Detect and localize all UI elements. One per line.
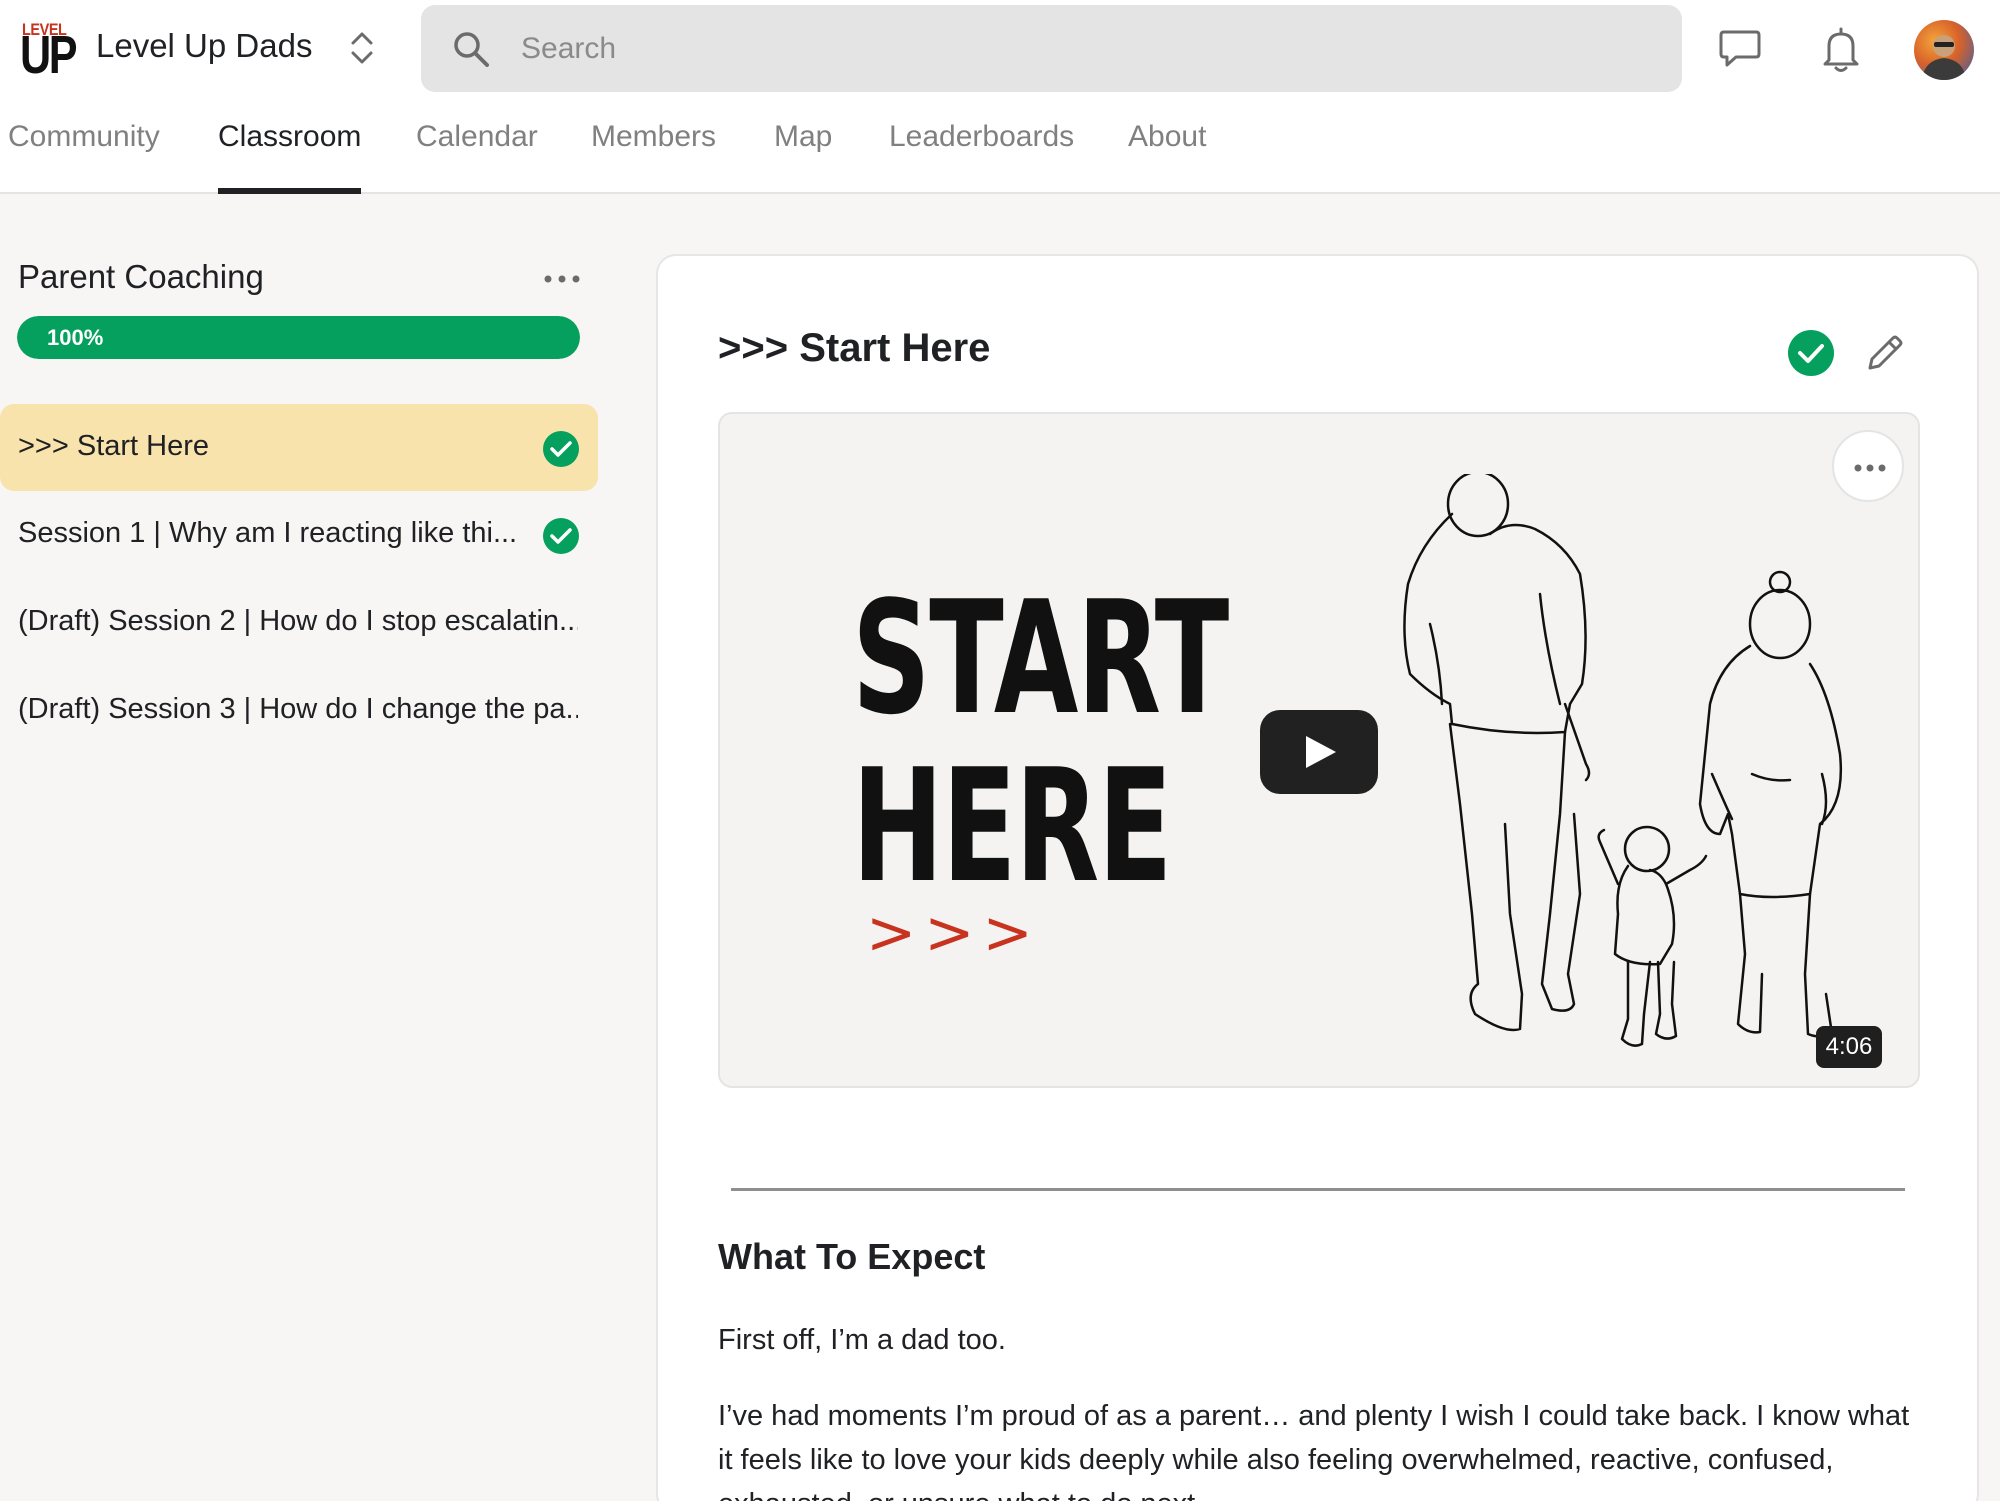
chat-icon[interactable] (1718, 28, 1762, 70)
tab-map[interactable]: Map (774, 120, 832, 194)
thumbnail-arrows: >>> (866, 898, 1041, 968)
tab-members[interactable]: Members (591, 120, 716, 194)
level-up-logo[interactable]: LEVEL UP (20, 18, 78, 82)
content-divider (731, 1188, 1905, 1191)
tab-classroom[interactable]: Classroom (218, 120, 362, 194)
course-title: Parent Coaching (18, 258, 264, 295)
lesson-item-session-2[interactable]: (Draft) Session 2 | How do I stop escala… (0, 579, 598, 666)
course-more-icon[interactable] (540, 266, 584, 292)
search-bar[interactable] (421, 5, 1682, 92)
pencil-icon[interactable] (1864, 332, 1906, 374)
tab-community[interactable]: Community (8, 120, 160, 194)
search-icon (454, 32, 489, 67)
lesson-content-card: >>> Start Here START HERE >>> 4:06 What … (656, 254, 1979, 1501)
lesson-label: Session 1 | Why am I reacting like thi..… (18, 517, 518, 549)
check-circle-icon (543, 518, 579, 554)
user-avatar[interactable] (1914, 20, 1974, 80)
lesson-label: (Draft) Session 3 | How do I change the … (18, 693, 578, 725)
family-walking-illustration (1403, 474, 1842, 1047)
video-duration-badge: 4:06 (1816, 1026, 1882, 1068)
search-input[interactable] (521, 5, 1621, 92)
body-paragraph-2: I’ve had moments I’m proud of as a paren… (718, 1400, 1910, 1501)
lesson-label: >>> Start Here (18, 430, 210, 462)
lesson-title: >>> Start Here (718, 326, 991, 370)
tab-about[interactable]: About (1128, 120, 1206, 194)
mark-complete-icon[interactable] (1788, 330, 1834, 376)
thumbnail-title: START HERE (852, 574, 1229, 910)
top-header: LEVEL UP Level Up Dads Community Classro… (0, 0, 2000, 194)
thumbnail-title-line2: HERE (852, 735, 1172, 917)
body-paragraph-1: First off, I’m a dad too. (718, 1324, 1006, 1356)
more-icon (1854, 464, 1886, 472)
lesson-item-start-here[interactable]: >>> Start Here (0, 404, 598, 491)
lesson-label: (Draft) Session 2 | How do I stop escala… (18, 605, 578, 637)
tab-calendar[interactable]: Calendar (416, 120, 538, 194)
progress-label: 100% (47, 325, 104, 350)
video-more-button[interactable] (1832, 430, 1904, 502)
logo-large-text: UP (20, 25, 78, 85)
bell-icon[interactable] (1820, 24, 1862, 74)
check-circle-icon (543, 431, 579, 467)
course-progress-bar: 100% (17, 316, 580, 359)
lesson-item-session-1[interactable]: Session 1 | Why am I reacting like thi..… (0, 491, 598, 578)
play-icon (1306, 736, 1336, 768)
thumbnail-title-line1: START (852, 567, 1229, 749)
lesson-item-session-3[interactable]: (Draft) Session 3 | How do I change the … (0, 667, 598, 754)
section-heading: What To Expect (718, 1236, 986, 1277)
tab-leaderboards[interactable]: Leaderboards (889, 120, 1074, 194)
switch-community-icon[interactable] (346, 28, 378, 68)
play-button[interactable] (1260, 710, 1378, 794)
video-player[interactable]: START HERE >>> 4:06 (718, 412, 1920, 1088)
community-name[interactable]: Level Up Dads (96, 27, 312, 65)
